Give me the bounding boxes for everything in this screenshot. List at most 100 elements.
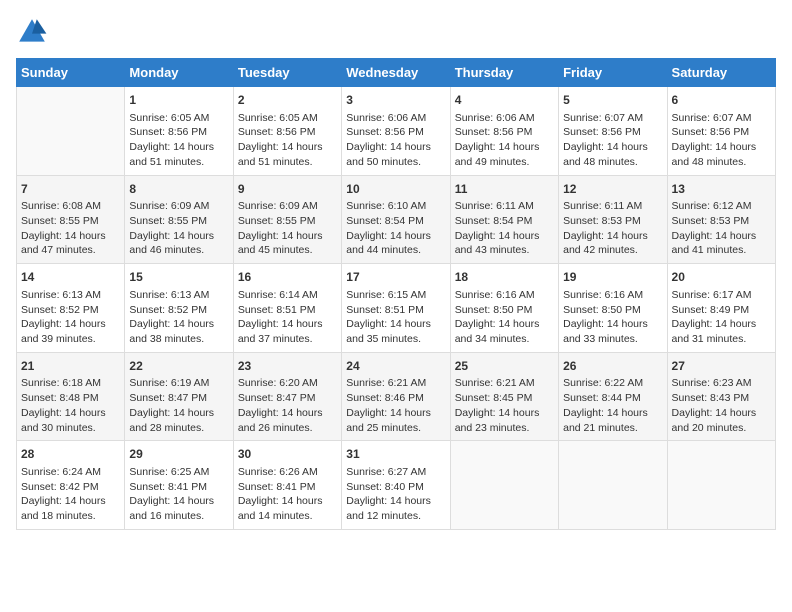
day-number: 19	[563, 269, 662, 286]
day-info: Sunset: 8:55 PM	[238, 214, 337, 229]
column-header-friday: Friday	[559, 59, 667, 87]
day-info: and 23 minutes.	[455, 421, 554, 436]
day-info: Daylight: 14 hours	[563, 140, 662, 155]
day-info: Sunrise: 6:06 AM	[455, 111, 554, 126]
day-info: Daylight: 14 hours	[346, 229, 445, 244]
day-info: Sunset: 8:41 PM	[129, 480, 228, 495]
column-header-saturday: Saturday	[667, 59, 775, 87]
day-info: Daylight: 14 hours	[563, 406, 662, 421]
day-number: 13	[672, 181, 771, 198]
calendar-cell: 29Sunrise: 6:25 AMSunset: 8:41 PMDayligh…	[125, 441, 233, 530]
day-info: Sunset: 8:53 PM	[672, 214, 771, 229]
day-info: Daylight: 14 hours	[129, 406, 228, 421]
calendar-week-row: 7Sunrise: 6:08 AMSunset: 8:55 PMDaylight…	[17, 175, 776, 264]
day-number: 1	[129, 92, 228, 109]
day-info: Sunrise: 6:07 AM	[672, 111, 771, 126]
day-number: 29	[129, 446, 228, 463]
calendar-cell: 1Sunrise: 6:05 AMSunset: 8:56 PMDaylight…	[125, 87, 233, 176]
day-info: Sunrise: 6:14 AM	[238, 288, 337, 303]
day-info: and 26 minutes.	[238, 421, 337, 436]
calendar-cell	[17, 87, 125, 176]
day-info: Daylight: 14 hours	[346, 494, 445, 509]
day-info: Daylight: 14 hours	[238, 406, 337, 421]
day-info: Sunset: 8:56 PM	[238, 125, 337, 140]
calendar-cell: 14Sunrise: 6:13 AMSunset: 8:52 PMDayligh…	[17, 264, 125, 353]
day-info: Sunset: 8:56 PM	[563, 125, 662, 140]
calendar-table: SundayMondayTuesdayWednesdayThursdayFrid…	[16, 58, 776, 530]
day-info: Sunrise: 6:27 AM	[346, 465, 445, 480]
day-info: Sunset: 8:46 PM	[346, 391, 445, 406]
calendar-week-row: 1Sunrise: 6:05 AMSunset: 8:56 PMDaylight…	[17, 87, 776, 176]
calendar-header-row: SundayMondayTuesdayWednesdayThursdayFrid…	[17, 59, 776, 87]
day-info: Daylight: 14 hours	[238, 317, 337, 332]
day-info: Sunrise: 6:06 AM	[346, 111, 445, 126]
day-number: 15	[129, 269, 228, 286]
day-info: Daylight: 14 hours	[129, 317, 228, 332]
day-info: and 38 minutes.	[129, 332, 228, 347]
day-info: Daylight: 14 hours	[129, 140, 228, 155]
day-info: Daylight: 14 hours	[672, 406, 771, 421]
calendar-cell: 23Sunrise: 6:20 AMSunset: 8:47 PMDayligh…	[233, 352, 341, 441]
day-info: and 48 minutes.	[672, 155, 771, 170]
day-info: Daylight: 14 hours	[455, 140, 554, 155]
day-info: Sunrise: 6:26 AM	[238, 465, 337, 480]
day-info: Daylight: 14 hours	[238, 229, 337, 244]
day-info: Sunset: 8:47 PM	[129, 391, 228, 406]
day-info: and 25 minutes.	[346, 421, 445, 436]
calendar-cell: 24Sunrise: 6:21 AMSunset: 8:46 PMDayligh…	[342, 352, 450, 441]
day-info: Daylight: 14 hours	[129, 494, 228, 509]
day-number: 24	[346, 358, 445, 375]
day-info: Sunset: 8:44 PM	[563, 391, 662, 406]
day-number: 27	[672, 358, 771, 375]
day-info: Daylight: 14 hours	[21, 317, 120, 332]
day-number: 2	[238, 92, 337, 109]
day-info: Sunrise: 6:15 AM	[346, 288, 445, 303]
logo	[16, 16, 52, 48]
day-info: Sunrise: 6:05 AM	[238, 111, 337, 126]
day-info: Sunset: 8:55 PM	[129, 214, 228, 229]
day-info: Daylight: 14 hours	[455, 406, 554, 421]
day-info: Sunset: 8:56 PM	[129, 125, 228, 140]
calendar-week-row: 21Sunrise: 6:18 AMSunset: 8:48 PM Dayligh…	[17, 352, 776, 441]
day-info: Sunrise: 6:22 AM	[563, 376, 662, 391]
day-info: Sunrise: 6:11 AM	[455, 199, 554, 214]
day-info: and 28 minutes.	[129, 421, 228, 436]
day-info: Sunrise: 6:09 AM	[238, 199, 337, 214]
day-info: Daylight: 14 hours	[238, 494, 337, 509]
day-info: Sunset: 8:52 PM	[129, 303, 228, 318]
calendar-cell: 13Sunrise: 6:12 AMSunset: 8:53 PMDayligh…	[667, 175, 775, 264]
calendar-cell: 18Sunrise: 6:16 AMSunset: 8:50 PMDayligh…	[450, 264, 558, 353]
calendar-week-row: 14Sunrise: 6:13 AMSunset: 8:52 PMDayligh…	[17, 264, 776, 353]
day-info: and 46 minutes.	[129, 243, 228, 258]
day-info: Sunset: 8:53 PM	[563, 214, 662, 229]
day-info: Sunset: 8:51 PM	[238, 303, 337, 318]
day-info: Daylight: 14 hours	[346, 406, 445, 421]
day-number: 9	[238, 181, 337, 198]
day-info: Sunset: 8:40 PM	[346, 480, 445, 495]
day-info: Sunrise: 6:20 AM	[238, 376, 337, 391]
calendar-cell	[559, 441, 667, 530]
calendar-cell	[450, 441, 558, 530]
day-info: Sunset: 8:56 PM	[455, 125, 554, 140]
calendar-cell: 28Sunrise: 6:24 AMSunset: 8:42 PMDayligh…	[17, 441, 125, 530]
calendar-cell: 17Sunrise: 6:15 AMSunset: 8:51 PMDayligh…	[342, 264, 450, 353]
day-info: and 51 minutes.	[129, 155, 228, 170]
day-number: 22	[129, 358, 228, 375]
day-info: Daylight: 14 hours	[346, 140, 445, 155]
day-info: Sunset: 8:54 PM	[455, 214, 554, 229]
column-header-sunday: Sunday	[17, 59, 125, 87]
calendar-cell: 3Sunrise: 6:06 AMSunset: 8:56 PMDaylight…	[342, 87, 450, 176]
day-info: and 41 minutes.	[672, 243, 771, 258]
day-info: Sunrise: 6:09 AM	[129, 199, 228, 214]
day-info: and 12 minutes.	[346, 509, 445, 524]
page-header	[16, 16, 776, 48]
day-info: Daylight: 14 hours	[346, 317, 445, 332]
day-info: Sunrise: 6:18 AM	[21, 376, 120, 391]
day-info: Sunrise: 6:19 AM	[129, 376, 228, 391]
day-number: 21	[21, 358, 120, 375]
day-info: Sunset: 8:48 PM	[21, 391, 120, 406]
calendar-cell: 10Sunrise: 6:10 AMSunset: 8:54 PMDayligh…	[342, 175, 450, 264]
day-info: Sunrise: 6:21 AM	[346, 376, 445, 391]
day-number: 4	[455, 92, 554, 109]
day-info: Sunset: 8:52 PM	[21, 303, 120, 318]
